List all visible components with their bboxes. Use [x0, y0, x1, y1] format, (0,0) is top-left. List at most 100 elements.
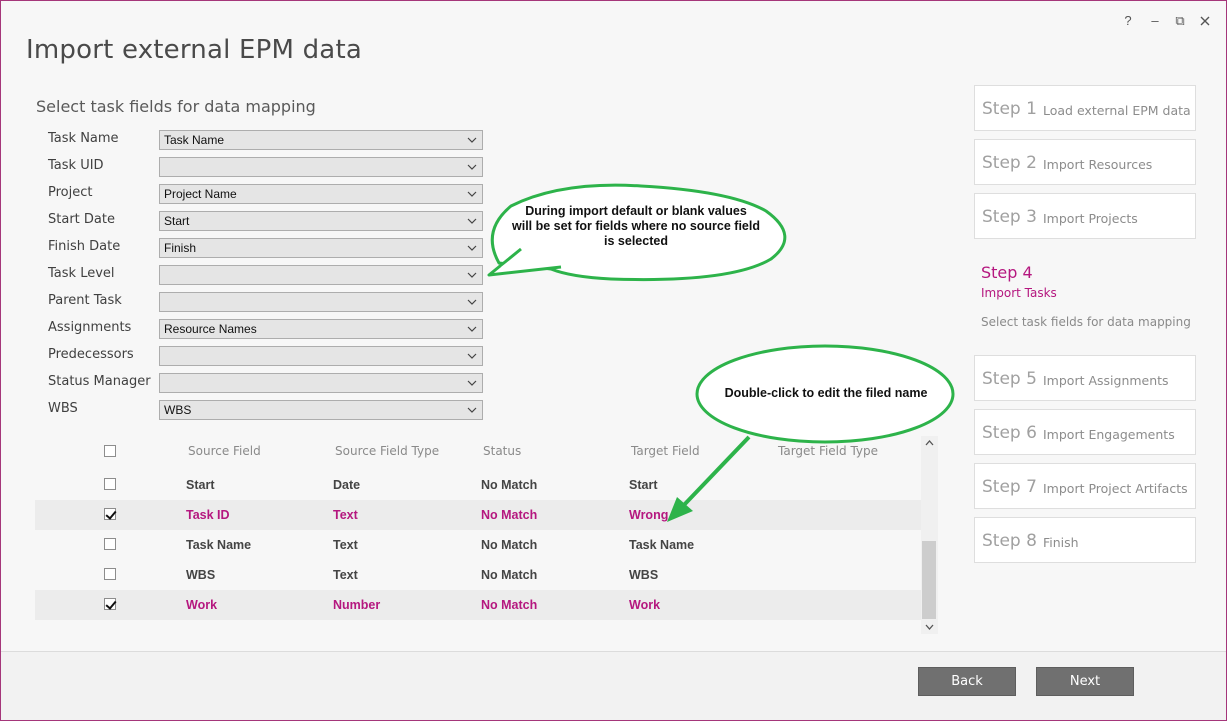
- restore-button[interactable]: ⧉: [1169, 12, 1191, 30]
- column-header-target-field-type[interactable]: Target Field Type: [778, 444, 878, 458]
- predecessors-label: Predecessors: [48, 347, 134, 362]
- finish-date-select[interactable]: Finish: [159, 238, 483, 258]
- column-header-source-field[interactable]: Source Field: [188, 444, 261, 458]
- task-uid-select[interactable]: [159, 157, 483, 177]
- step-5-button[interactable]: Step 5 Import Assignments: [974, 355, 1196, 401]
- source-type-cell: Text: [333, 568, 358, 582]
- step-3-button[interactable]: Step 3 Import Projects: [974, 193, 1196, 239]
- table-row[interactable]: WBS Text No Match WBS: [35, 560, 921, 590]
- chevron-down-icon: [467, 299, 477, 305]
- step-number: Step 3: [982, 207, 1037, 227]
- mapping-table: Source Field Source Field Type Status Ta…: [35, 436, 938, 634]
- back-button[interactable]: Back: [918, 667, 1016, 696]
- assignments-select[interactable]: Resource Names: [159, 319, 483, 339]
- task-uid-label: Task UID: [48, 158, 104, 173]
- callout-line: will be set for fields where no source f…: [512, 219, 760, 233]
- source-field-cell: Task Name: [186, 538, 252, 552]
- chevron-down-icon: [467, 272, 477, 278]
- parent-task-select[interactable]: [159, 292, 483, 312]
- task-name-label: Task Name: [48, 131, 119, 146]
- scrollbar-thumb[interactable]: [922, 541, 936, 619]
- start-date-select[interactable]: Start: [159, 211, 483, 231]
- chevron-down-icon: [467, 407, 477, 413]
- chevron-up-icon[interactable]: [924, 438, 935, 448]
- step-number: Step 7: [982, 477, 1037, 497]
- source-type-cell: Text: [333, 508, 358, 522]
- parent-task-label: Parent Task: [48, 293, 122, 308]
- target-field-cell[interactable]: Start: [629, 478, 657, 492]
- step-1-button[interactable]: Step 1 Load external EPM data: [974, 85, 1196, 131]
- finish-date-value: Finish: [164, 241, 197, 255]
- chevron-down-icon: [467, 245, 477, 251]
- chevron-down-icon: [467, 191, 477, 197]
- chevron-down-icon: [467, 353, 477, 359]
- status-cell: No Match: [481, 538, 538, 552]
- row-checkbox[interactable]: [104, 478, 116, 490]
- row-checkbox[interactable]: [104, 598, 116, 610]
- table-row[interactable]: Start Date No Match Start: [35, 470, 921, 500]
- wbs-value: WBS: [164, 403, 192, 417]
- status-manager-label: Status Manager: [48, 374, 151, 389]
- table-row[interactable]: Task Name Text No Match Task Name: [35, 530, 921, 560]
- table-row[interactable]: Work Number No Match Work: [35, 590, 921, 620]
- chevron-down-icon: [467, 218, 477, 224]
- active-step-number: Step 4: [981, 263, 1033, 282]
- chevron-down-icon: [467, 380, 477, 386]
- step-number: Step 1: [982, 99, 1037, 119]
- callout-text: Double-click to edit the filed name: [724, 386, 928, 400]
- source-type-cell: Date: [333, 478, 361, 492]
- task-name-select[interactable]: Task Name: [159, 130, 483, 150]
- column-header-source-field-type[interactable]: Source Field Type: [335, 444, 439, 458]
- chevron-down-icon: [467, 137, 477, 143]
- step-name: Import Project Artifacts: [1043, 481, 1188, 496]
- step-6-button[interactable]: Step 6 Import Engagements: [974, 409, 1196, 455]
- row-checkbox[interactable]: [104, 508, 116, 520]
- project-select[interactable]: Project Name: [159, 184, 483, 204]
- vertical-scrollbar[interactable]: [921, 436, 938, 634]
- target-field-cell[interactable]: Wrong: [629, 508, 668, 522]
- active-step-description: Select task fields for data mapping: [981, 315, 1191, 329]
- step-name: Import Projects: [1043, 211, 1138, 226]
- table-row[interactable]: Task ID Text No Match Wrong: [35, 500, 921, 530]
- wbs-select[interactable]: WBS: [159, 400, 483, 420]
- step-number: Step 8: [982, 531, 1037, 551]
- project-label: Project: [48, 185, 93, 200]
- predecessors-select[interactable]: [159, 346, 483, 366]
- status-cell: No Match: [481, 478, 538, 492]
- step-2-button[interactable]: Step 2 Import Resources: [974, 139, 1196, 185]
- row-checkbox[interactable]: [104, 538, 116, 550]
- column-header-target-field[interactable]: Target Field: [631, 444, 700, 458]
- target-field-cell[interactable]: Work: [629, 598, 660, 612]
- task-level-select[interactable]: [159, 265, 483, 285]
- step-name: Load external EPM data: [1043, 103, 1191, 118]
- target-field-cell[interactable]: Task Name: [629, 538, 694, 552]
- project-value: Project Name: [164, 187, 237, 201]
- mapping-heading: Select task fields for data mapping: [36, 97, 316, 116]
- step-7-button[interactable]: Step 7 Import Project Artifacts: [974, 463, 1196, 509]
- column-header-status[interactable]: Status: [483, 444, 521, 458]
- status-cell: No Match: [481, 568, 538, 582]
- minimize-button[interactable]: –: [1144, 12, 1166, 30]
- step-name: Import Resources: [1043, 157, 1153, 172]
- chevron-down-icon: [467, 326, 477, 332]
- source-type-cell: Number: [333, 598, 381, 612]
- page-title: Import external EPM data: [26, 35, 362, 65]
- import-dialog: ? – ⧉ Import external EPM data Select ta…: [0, 0, 1227, 721]
- source-field-cell: Task ID: [186, 508, 230, 522]
- source-field-cell: Start: [186, 478, 215, 492]
- step-8-button[interactable]: Step 8 Finish: [974, 517, 1196, 563]
- start-date-label: Start Date: [48, 212, 115, 227]
- target-field-cell[interactable]: WBS: [629, 568, 658, 582]
- help-button[interactable]: ?: [1117, 12, 1139, 30]
- close-button[interactable]: [1194, 12, 1216, 30]
- status-cell: No Match: [481, 598, 538, 612]
- dialog-footer: Back Next: [1, 651, 1226, 720]
- start-date-value: Start: [164, 214, 190, 228]
- next-button[interactable]: Next: [1036, 667, 1134, 696]
- row-checkbox[interactable]: [104, 568, 116, 580]
- select-all-checkbox[interactable]: [104, 445, 116, 457]
- assignments-value: Resource Names: [164, 322, 257, 336]
- step-name: Finish: [1043, 535, 1079, 550]
- chevron-down-icon[interactable]: [924, 622, 935, 632]
- status-manager-select[interactable]: [159, 373, 483, 393]
